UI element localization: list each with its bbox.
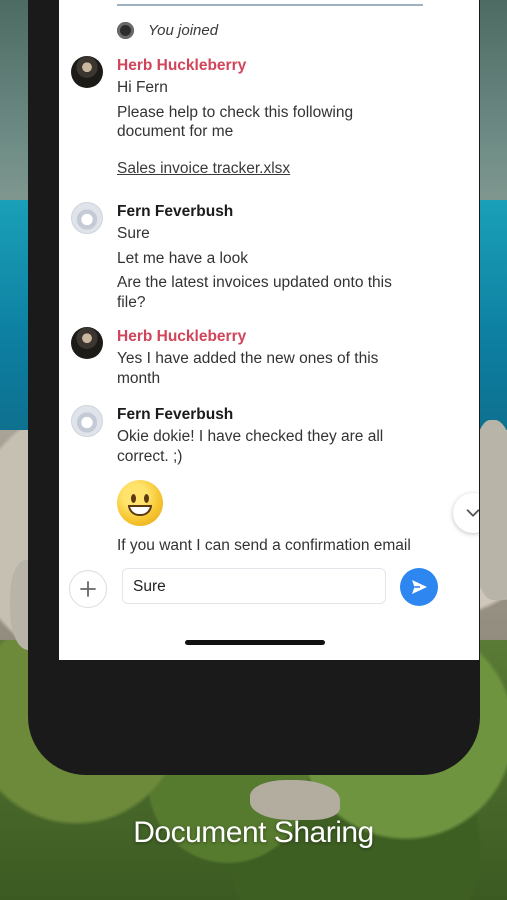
message-item: Fern Feverbush Okie dokie! I have checke… [71,405,417,561]
caption: Document Sharing [133,816,374,849]
message-text: Sure [117,225,150,242]
avatar[interactable] [71,405,103,437]
avatar[interactable] [71,56,103,88]
send-icon [412,580,427,594]
message-text: If you want I can send a confirmation em… [117,537,411,554]
avatar[interactable] [71,202,103,234]
grinning-face-icon [117,480,163,526]
message-text: Okie dokie! I have checked they are all … [117,428,384,465]
message-text: Hi Fern [117,79,168,96]
home-indicator[interactable] [185,640,325,645]
message-text: Please help to check this following docu… [117,103,354,141]
joined-text: You joined [148,22,219,39]
composer: Sure [59,566,479,616]
message-text: Yes I have added the new ones of this mo… [117,350,379,387]
plus-icon [80,581,96,597]
user-avatar-small [117,22,134,39]
sender-name: Herb Huckleberry [117,57,247,74]
divider [117,4,423,6]
sender-name: Fern Feverbush [117,406,234,423]
chevron-down-icon [466,509,479,517]
add-attachment-button[interactable] [69,570,107,608]
message-text: Are the latest invoices updated onto thi… [117,274,392,311]
chat-screen: You joined Herb Huckleberry Hi Fern Plea… [59,0,479,660]
message-input[interactable]: Sure [122,568,386,604]
message-item: Herb Huckleberry Yes I have added the ne… [71,327,417,393]
message-text: Let me have a look [117,249,248,267]
sender-name: Fern Feverbush [117,203,234,220]
send-button[interactable] [400,568,438,606]
scroll-to-bottom-button[interactable] [453,493,479,533]
message-item: Herb Huckleberry Hi Fern Please help to … [71,56,417,178]
system-notice: You joined [117,22,218,39]
sender-name: Herb Huckleberry [117,328,247,345]
avatar[interactable] [71,327,103,359]
message-item: Fern Feverbush Sure Let me have a look A… [71,202,417,317]
attachment-link[interactable]: Sales invoice tracker.xlsx [117,159,290,178]
phone-frame: You joined Herb Huckleberry Hi Fern Plea… [28,0,480,775]
